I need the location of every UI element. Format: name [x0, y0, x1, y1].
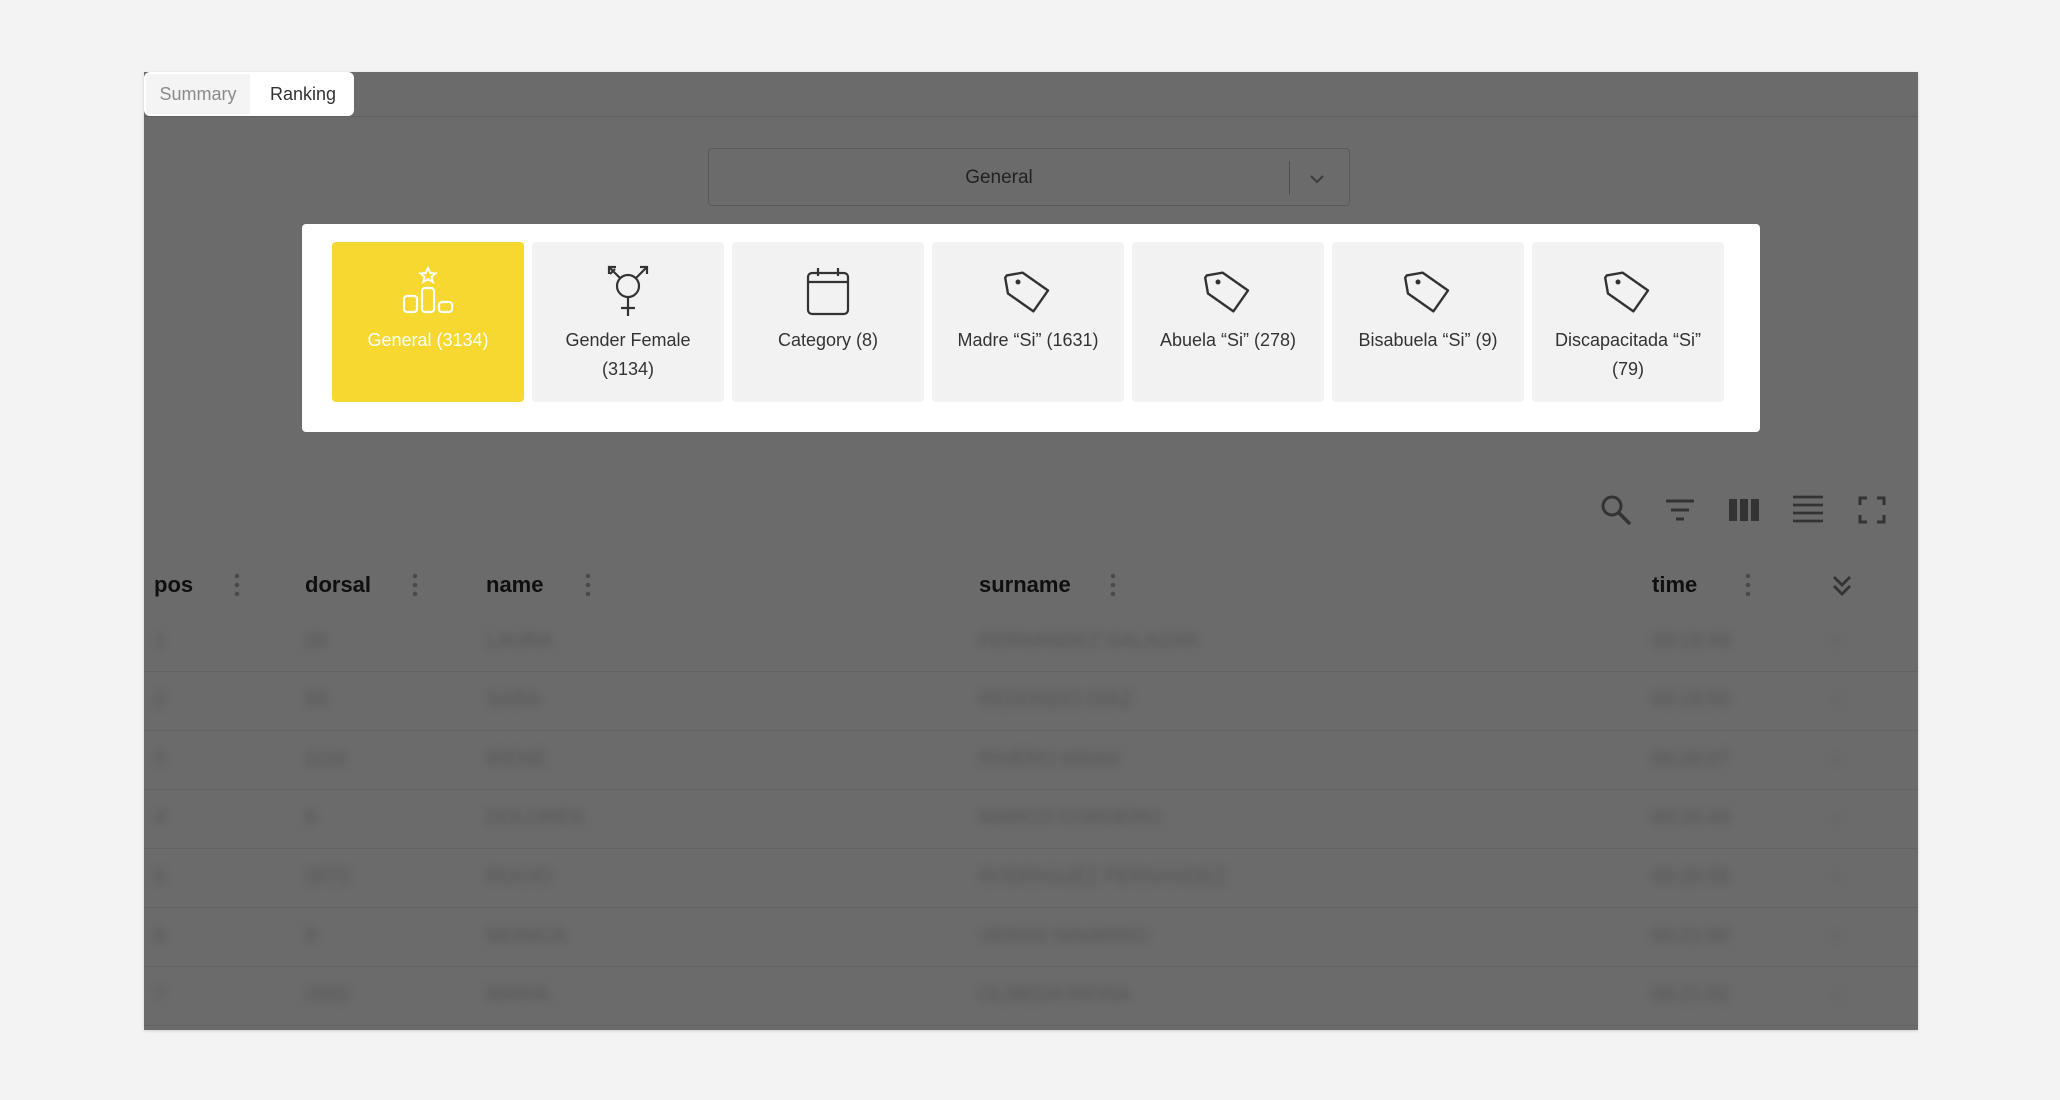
column-header-pos[interactable]: pos: [154, 566, 193, 604]
cell-dorsal: 20: [305, 630, 328, 652]
tag-icon: [1603, 271, 1650, 313]
cell-pos: 4: [154, 807, 166, 829]
tab-ranking[interactable]: Ranking: [252, 72, 354, 116]
search-icon[interactable]: [1598, 492, 1634, 528]
table-row[interactable]: 7 2082 MARIA OLMEDA RIOSA 00:21:02 ›: [144, 966, 1918, 1026]
chip-discapacitada[interactable]: Discapacitada “Si” (79): [1532, 242, 1724, 402]
tag-icon: [1003, 271, 1050, 313]
chip-category-label: Category (8): [777, 330, 879, 350]
cell-pos: 7: [154, 984, 166, 1006]
cell-name: LAURA: [486, 630, 553, 652]
tab-summary[interactable]: Summary: [144, 72, 252, 116]
chip-bisabuela-label: Bisabuela “Si” (9): [1358, 330, 1498, 350]
density-icon[interactable]: [1790, 492, 1826, 528]
ranking-window: Summary Ranking General General (3134) G…: [144, 72, 1918, 1030]
cell-surname: VERAS NAVARRO: [979, 925, 1149, 947]
chip-bisabuela[interactable]: Bisabuela “Si” (9): [1332, 242, 1524, 402]
row-expand-icon[interactable]: ›: [1834, 612, 1841, 671]
column-menu-icon[interactable]: [230, 570, 244, 600]
cell-time: 00:20:56: [1652, 866, 1730, 888]
tab-bar: Summary Ranking: [144, 72, 1918, 117]
row-expand-icon[interactable]: ›: [1834, 907, 1841, 966]
row-expand-icon[interactable]: ›: [1834, 848, 1841, 907]
column-header-time[interactable]: time: [1652, 566, 1697, 604]
table-row[interactable]: 3 1116 IRENE RIVERO ARIAS 00:20:07 ›: [144, 730, 1918, 790]
calendar-icon: [806, 268, 850, 316]
table-row[interactable]: 4 8 DOLORES MARCO CORDERO 00:20:49 ›: [144, 789, 1918, 849]
tag-icon: [1203, 271, 1250, 313]
cell-surname: RODRIGUEZ FERNANDEZ: [979, 866, 1227, 888]
row-expand-icon[interactable]: ›: [1834, 671, 1841, 730]
gender-icon: [607, 265, 649, 316]
tag-icon: [1403, 271, 1450, 313]
chip-general-label: General (3134): [367, 330, 489, 350]
column-header-name[interactable]: name: [486, 566, 543, 604]
expand-all-icon[interactable]: [1826, 570, 1858, 602]
cell-time: 00:21:00: [1652, 925, 1730, 947]
row-expand-icon[interactable]: ›: [1834, 789, 1841, 848]
cell-time: 00:20:07: [1652, 748, 1730, 770]
chip-abuela[interactable]: Abuela “Si” (278): [1132, 242, 1324, 402]
cell-name: DOLORES: [486, 807, 584, 829]
cell-name: MONICA: [486, 925, 566, 947]
cell-pos: 6: [154, 925, 166, 947]
podium-icon: [402, 265, 454, 314]
cell-name: IRENE: [486, 748, 548, 770]
cell-time: 00:20:49: [1652, 807, 1730, 829]
table-row[interactable]: 5 2072 ROCIO RODRIGUEZ FERNANDEZ 00:20:56 ›: [144, 848, 1918, 908]
table-row[interactable]: 2 93 SARA REDONDO DIAZ 00:19:50 ›: [144, 671, 1918, 731]
cell-dorsal: 2082: [305, 984, 350, 1006]
cell-surname: FERNANDEZ SALAZAR: [979, 630, 1198, 652]
cell-dorsal: 1116: [305, 748, 347, 770]
table-row[interactable]: 1 20 LAURA FERNANDEZ SALAZAR 00:19:49 ›: [144, 612, 1918, 672]
chip-category[interactable]: Category (8): [732, 242, 924, 402]
column-header-dorsal[interactable]: dorsal: [305, 566, 371, 604]
select-separator: [1289, 161, 1290, 195]
ranking-select[interactable]: General: [708, 148, 1350, 206]
table-row[interactable]: 6 9 MONICA VERAS NAVARRO 00:21:00 ›: [144, 907, 1918, 967]
chip-gender-label: Gender Female (3134): [565, 330, 691, 379]
cell-time: 00:19:49: [1652, 630, 1730, 652]
cell-time: 00:19:50: [1652, 689, 1730, 711]
row-expand-icon[interactable]: ›: [1834, 730, 1841, 789]
column-header-surname[interactable]: surname: [979, 566, 1071, 604]
ranking-select-value: General: [965, 167, 1033, 188]
cell-name: MARIA: [486, 984, 550, 1006]
cell-name: ROCIO: [486, 866, 552, 888]
cell-surname: MARCO CORDERO: [979, 807, 1162, 829]
cell-surname: REDONDO DIAZ: [979, 689, 1133, 711]
filter-icon[interactable]: [1662, 492, 1698, 528]
chip-madre[interactable]: Madre “Si” (1631): [932, 242, 1124, 402]
fullscreen-icon[interactable]: [1854, 492, 1890, 528]
chip-discapacitada-label: Discapacitada “Si” (79): [1554, 330, 1702, 379]
cell-pos: 5: [154, 866, 166, 888]
cell-dorsal: 2072: [305, 866, 350, 888]
chip-abuela-label: Abuela “Si” (278): [1159, 330, 1297, 350]
columns-icon[interactable]: [1726, 492, 1762, 528]
cell-time: 00:21:02: [1652, 984, 1730, 1006]
cell-pos: 3: [154, 748, 166, 770]
cell-surname: OLMEDA RIOSA: [979, 984, 1131, 1006]
chip-general[interactable]: General (3134): [332, 242, 524, 402]
cell-dorsal: 9: [305, 925, 317, 947]
column-menu-icon[interactable]: [1106, 570, 1120, 600]
column-menu-icon[interactable]: [581, 570, 595, 600]
cell-pos: 1: [154, 630, 166, 652]
ranking-filter-panel: General (3134) Gender Female (3134) Cate…: [302, 224, 1760, 432]
chip-madre-label: Madre “Si” (1631): [957, 330, 1099, 350]
chevron-down-icon: [1310, 175, 1324, 184]
cell-surname: RIVERO ARIAS: [979, 748, 1121, 770]
row-expand-icon[interactable]: ›: [1834, 966, 1841, 1025]
cell-name: SARA: [486, 689, 541, 711]
cell-dorsal: 93: [305, 689, 328, 711]
cell-pos: 2: [154, 689, 166, 711]
column-menu-icon[interactable]: [408, 570, 422, 600]
column-menu-icon[interactable]: [1741, 570, 1755, 600]
cell-dorsal: 8: [305, 807, 317, 829]
chip-gender[interactable]: Gender Female (3134): [532, 242, 724, 402]
